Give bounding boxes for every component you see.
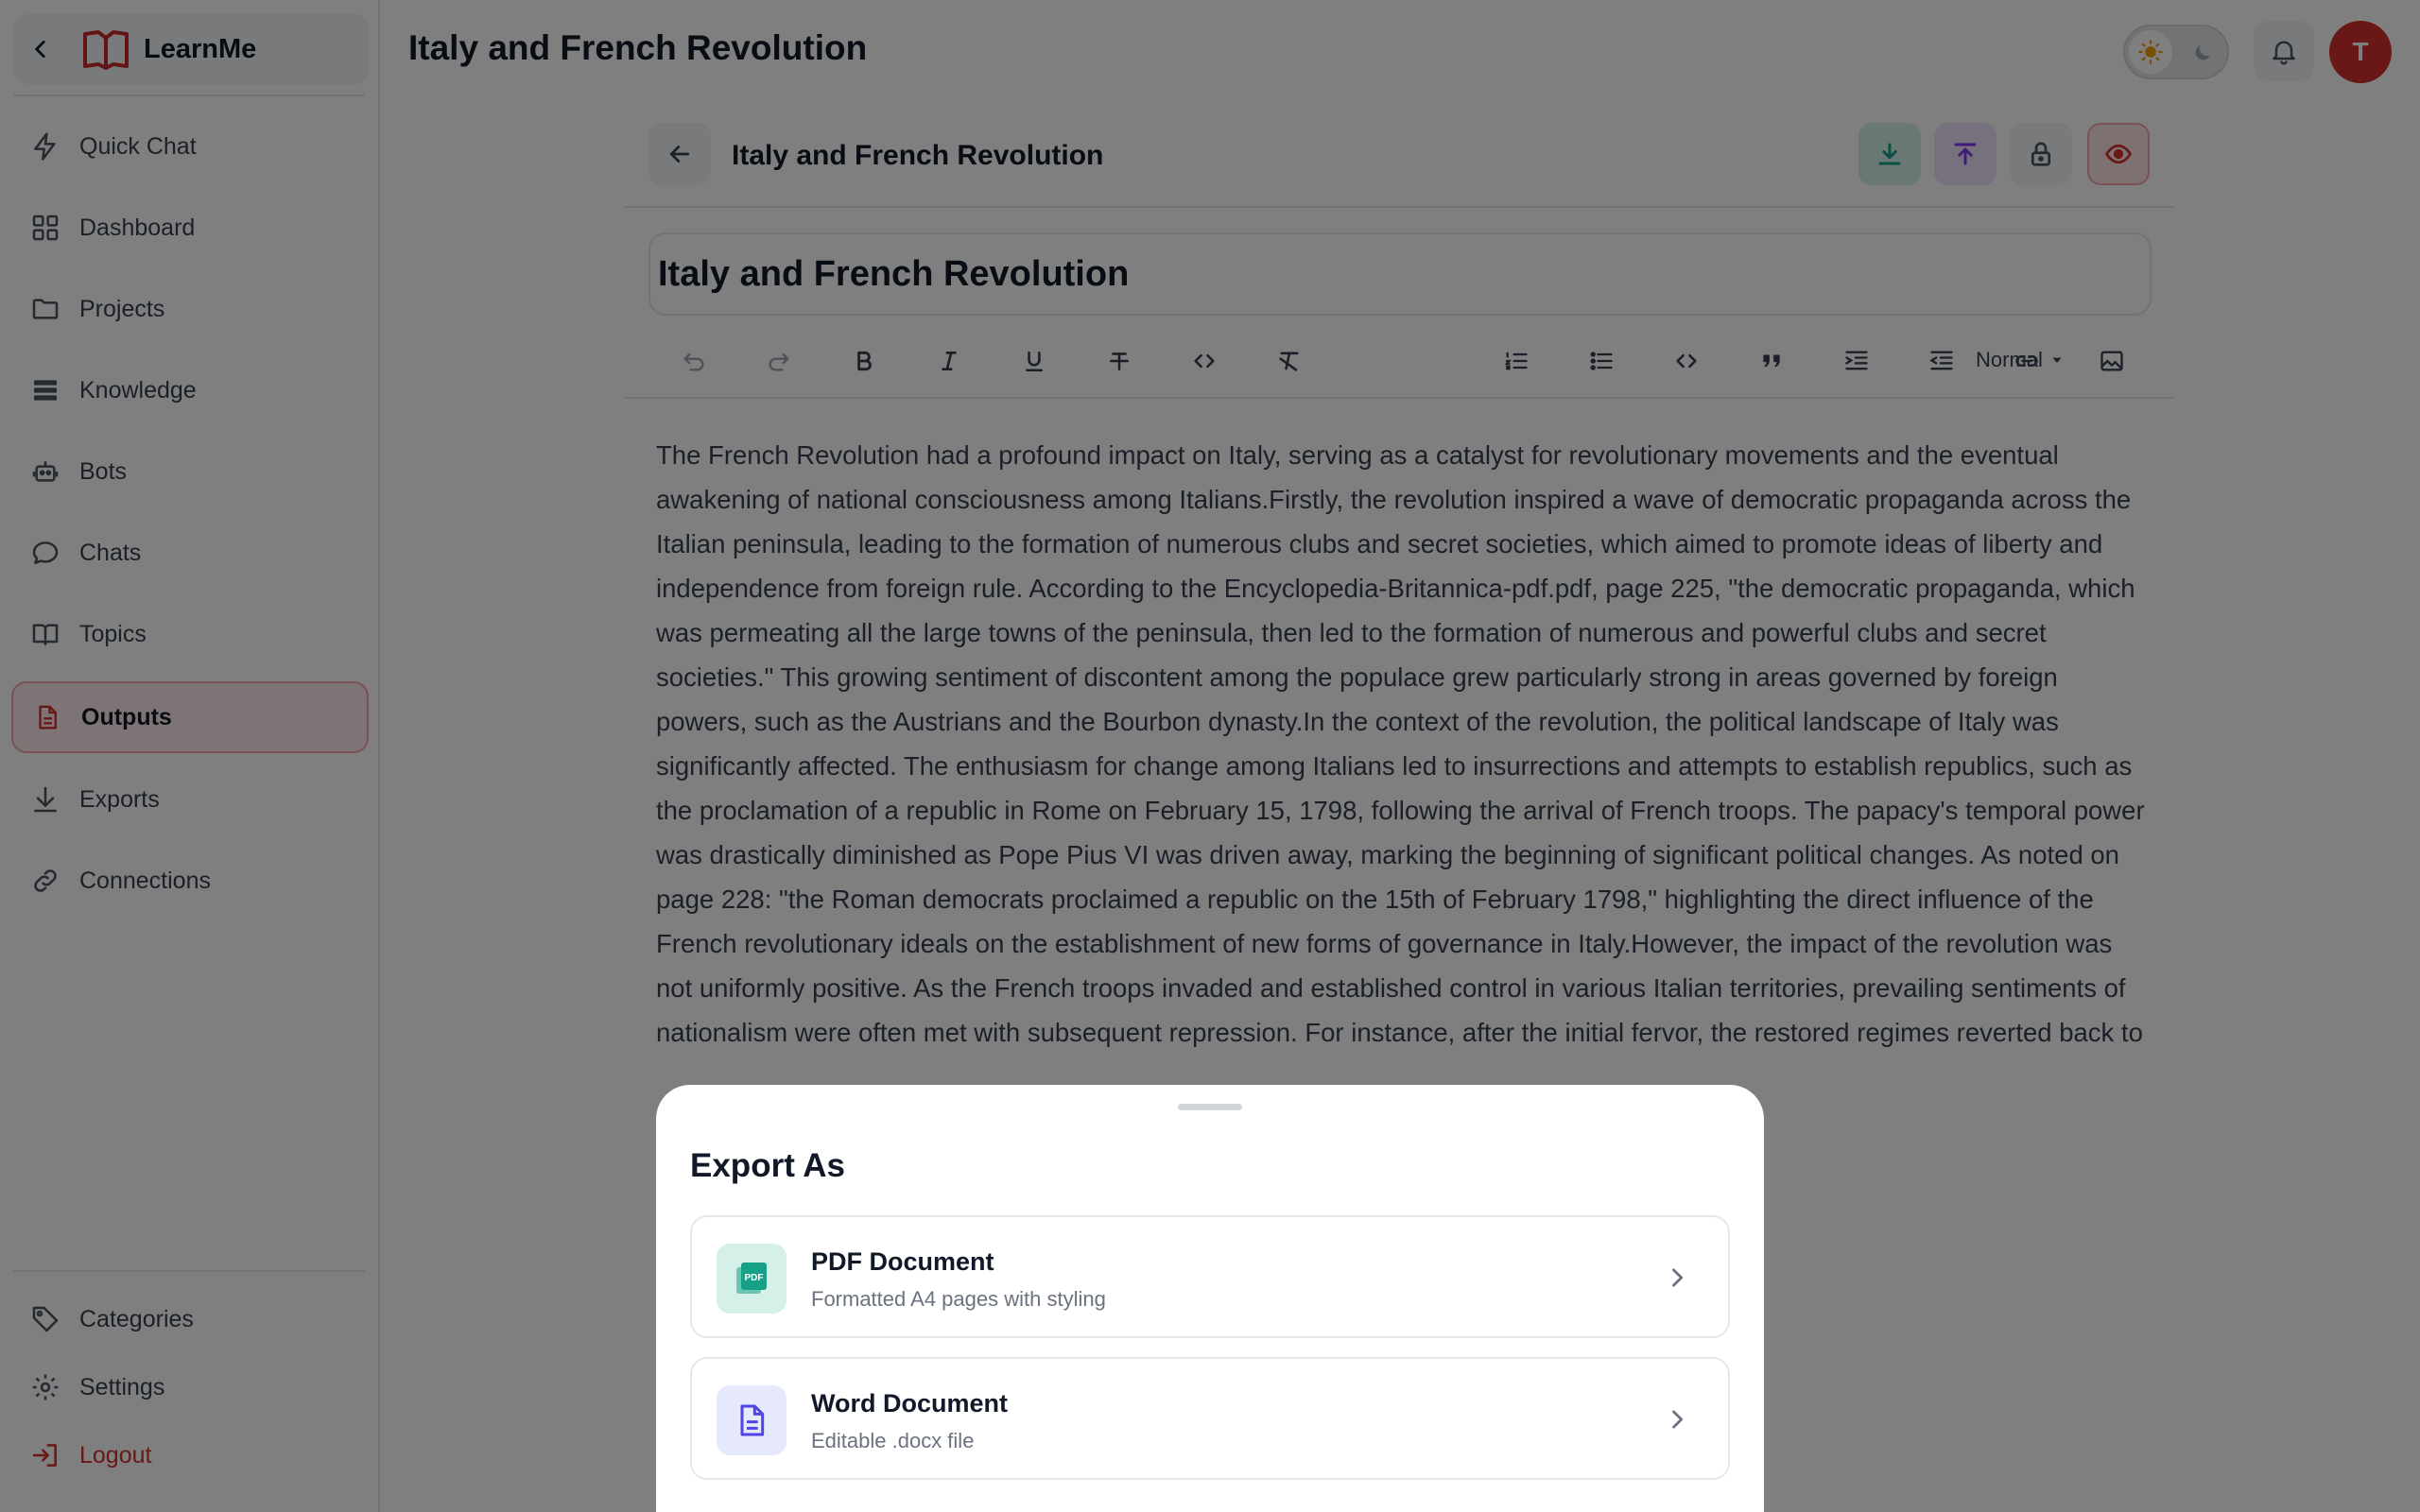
option-title: PDF Document — [811, 1247, 994, 1276]
export-word-option[interactable]: Word Document Editable .docx file — [690, 1357, 1730, 1480]
drag-handle[interactable] — [1178, 1104, 1242, 1110]
sheet-title: Export As — [690, 1147, 846, 1184]
export-bottom-sheet: Export As PDF PDF Document Formatted A4 … — [656, 1085, 1764, 1512]
pdf-file-icon: PDF — [717, 1244, 786, 1314]
pdf-badge-text: PDF — [745, 1273, 764, 1283]
export-pdf-option[interactable]: PDF PDF Document Formatted A4 pages with… — [690, 1215, 1730, 1338]
chevron-right-icon — [1664, 1406, 1690, 1433]
option-subtitle: Editable .docx file — [811, 1429, 975, 1452]
option-subtitle: Formatted A4 pages with styling — [811, 1287, 1106, 1311]
chevron-right-icon — [1664, 1264, 1690, 1291]
word-file-icon — [717, 1385, 786, 1455]
option-title: Word Document — [811, 1389, 1008, 1418]
